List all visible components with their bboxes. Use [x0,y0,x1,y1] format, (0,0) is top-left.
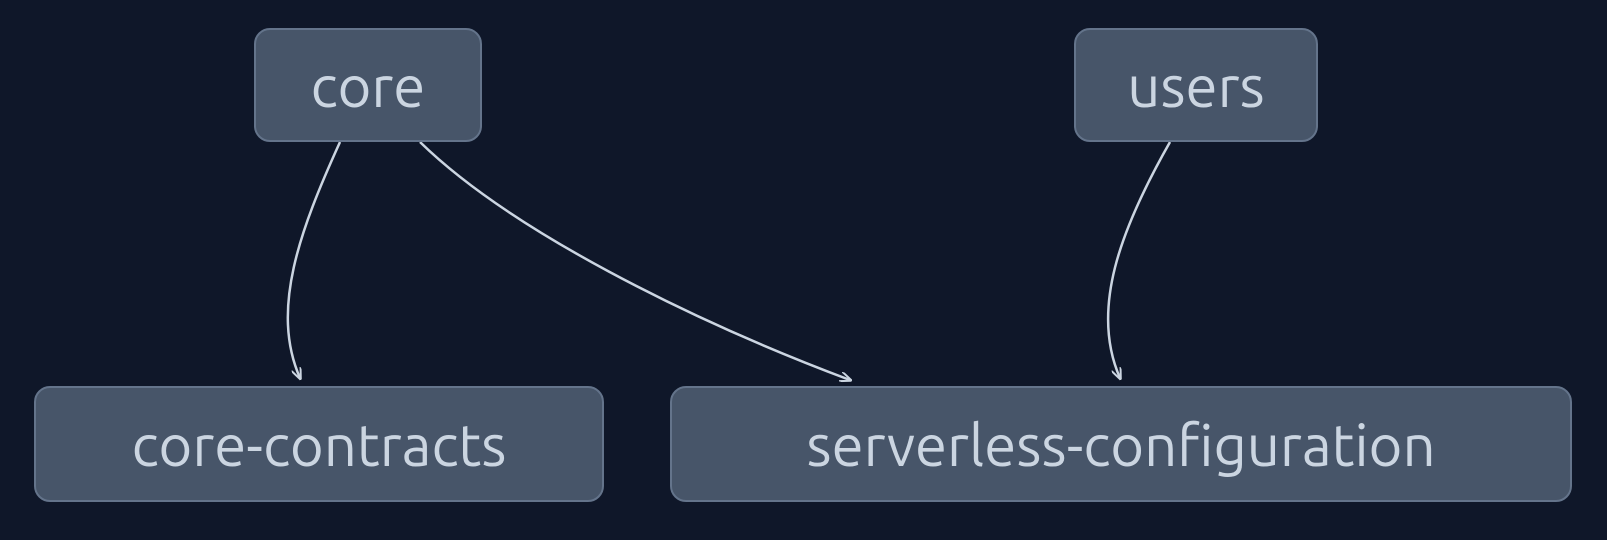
node-core-label: core [311,53,426,118]
edge-users-to-serverless-configuration [1108,142,1170,378]
node-users-label: users [1127,53,1264,118]
node-serverless-configuration-label: serverless-configuration [806,412,1435,477]
node-users: users [1074,28,1318,142]
node-core-contracts: core-contracts [34,386,604,502]
edge-core-to-serverless-configuration [420,142,850,380]
node-core-contracts-label: core-contracts [132,412,507,477]
node-core: core [254,28,482,142]
node-serverless-configuration: serverless-configuration [670,386,1572,502]
edge-core-to-core-contracts [288,142,340,378]
